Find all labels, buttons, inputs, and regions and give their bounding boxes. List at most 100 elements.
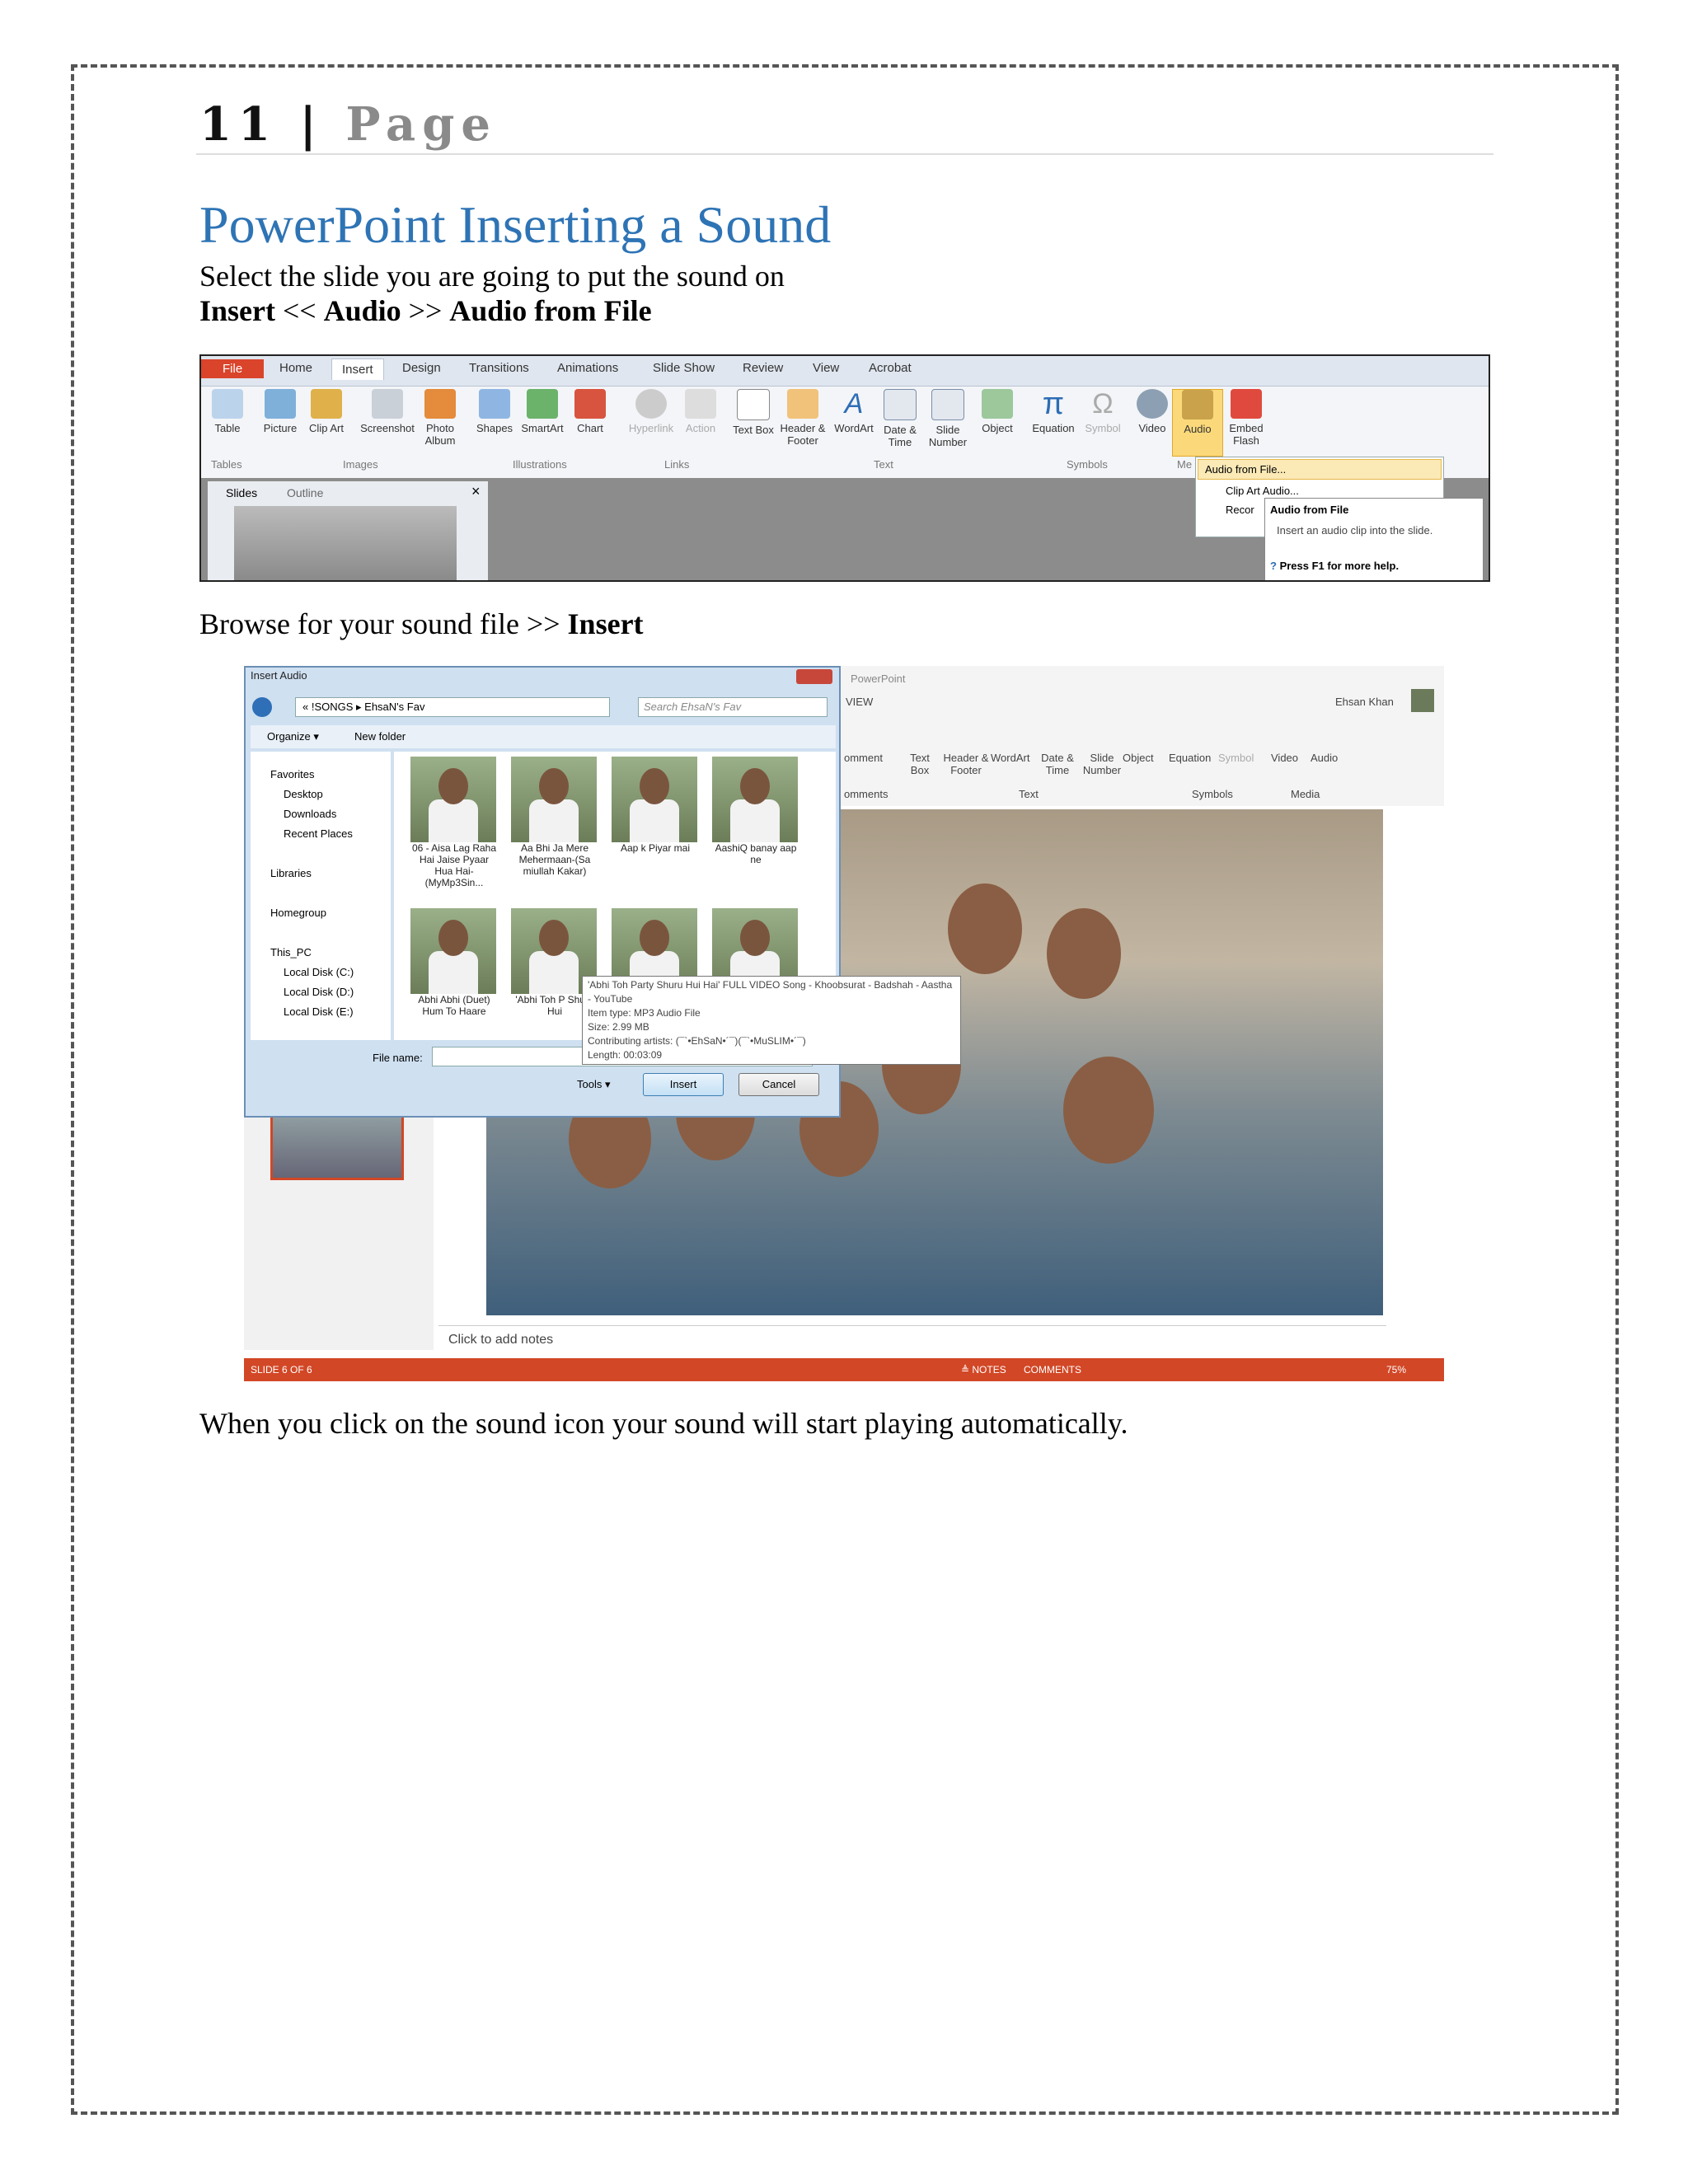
header-footer-button[interactable]: Header & Footer — [778, 389, 828, 447]
embed-flash-button[interactable]: Embed Flash — [1221, 389, 1271, 447]
picture-icon — [265, 389, 296, 419]
header-footer-icon — [787, 389, 818, 419]
nav-favorites[interactable]: Favorites — [270, 768, 314, 780]
tab-slide-show[interactable]: Slide Show — [653, 361, 715, 375]
insert-button[interactable]: Insert — [643, 1073, 724, 1096]
pp-text-box-button[interactable]: Text Box — [903, 752, 936, 776]
file-item[interactable]: AashiQ banay aap ne — [712, 757, 799, 865]
pp-wordart-button[interactable]: WordArt — [991, 752, 1029, 764]
tab-insert[interactable]: Insert — [331, 359, 384, 380]
page-number: 11 — [199, 97, 277, 152]
status-bar: SLIDE 6 OF 6 ≜ NOTES COMMENTS 75% — [244, 1358, 1444, 1381]
audio-from-file-word: Audio from File — [449, 294, 652, 327]
pp-header-footer-button[interactable]: Header & Footer — [941, 752, 991, 776]
chart-button[interactable]: Chart — [565, 389, 615, 434]
close-icon[interactable]: × — [471, 483, 481, 500]
clip-art-button[interactable]: Clip Art — [302, 389, 351, 434]
nav-local-disk-c[interactable]: Local Disk (C:) — [284, 966, 354, 978]
address-bar[interactable]: « !SONGS ▸ EhsaN's Fav — [295, 697, 610, 717]
user-name[interactable]: Ehsan Khan — [1335, 696, 1394, 708]
group-images: Images — [343, 458, 378, 471]
tab-home[interactable]: Home — [279, 361, 312, 375]
pp-video-button[interactable]: Video — [1271, 752, 1298, 764]
slide-number-button[interactable]: Slide Number — [923, 389, 973, 448]
person-face — [1063, 1057, 1154, 1164]
nav-recent-places[interactable]: Recent Places — [284, 827, 353, 840]
nav-desktop[interactable]: Desktop — [284, 788, 323, 800]
tab-acrobat[interactable]: Acrobat — [869, 361, 912, 375]
pp-object-button[interactable]: Object — [1123, 752, 1154, 764]
tab-slides[interactable]: Slides — [226, 486, 257, 499]
equation-button[interactable]: π Equation — [1029, 387, 1078, 434]
notes-placeholder: Click to add notes — [448, 1333, 554, 1347]
file-item[interactable]: Aa Bhi Ja Mere Mehermaan-(Sa miullah Kak… — [511, 757, 598, 877]
zoom-level[interactable]: 75% — [1386, 1364, 1406, 1376]
smartart-button[interactable]: SmartArt — [518, 389, 567, 434]
avatar[interactable] — [1411, 689, 1434, 712]
file-item[interactable]: 06 - Aisa Lag Raha Hai Jaise Pyaar Hua H… — [410, 757, 498, 888]
clip-art-icon — [311, 389, 342, 419]
file-item[interactable]: Aap k Piyar mai — [612, 757, 699, 854]
nav-downloads[interactable]: Downloads — [284, 808, 336, 820]
tab-outline[interactable]: Outline — [287, 486, 323, 499]
screenshot-button[interactable]: Screenshot — [354, 389, 420, 434]
nav-local-disk-d[interactable]: Local Disk (D:) — [284, 986, 354, 998]
file-item[interactable]: Abhi Abhi (Duet) Hum To Haare — [410, 908, 498, 1017]
video-button[interactable]: Video — [1128, 389, 1177, 434]
pi-icon: π — [1042, 387, 1065, 421]
header-separator: | — [299, 97, 323, 152]
new-folder-button[interactable]: New folder — [354, 730, 406, 743]
back-icon[interactable] — [252, 697, 272, 717]
slide-thumbnail[interactable] — [234, 506, 457, 580]
notes-toggle[interactable]: ≜ NOTES — [961, 1364, 1006, 1376]
pp-slide-number-button[interactable]: Slide Number — [1081, 752, 1123, 776]
text-box-icon — [737, 389, 770, 420]
ribbon-screenshot: File Home Insert Design Transitions Anim… — [199, 354, 1490, 582]
nav-this-pc[interactable]: This_PC — [270, 946, 312, 958]
organize-button[interactable]: Organize ▾ — [267, 730, 319, 743]
menu-item-audio-from-file[interactable]: Audio from File... — [1198, 459, 1442, 480]
screenshot-icon — [372, 389, 403, 419]
photo-album-button[interactable]: Photo Album — [415, 389, 465, 447]
group-media: Me — [1177, 458, 1193, 471]
audio-button[interactable]: Audio — [1172, 389, 1223, 457]
tab-view[interactable]: View — [813, 361, 839, 375]
tab-animations[interactable]: Animations — [557, 361, 618, 375]
notes-pane[interactable]: Click to add notes — [438, 1325, 1386, 1356]
pp-symbol-button[interactable]: Symbol — [1218, 752, 1254, 764]
hyperlink-button[interactable]: Hyperlink — [626, 389, 676, 434]
nav-local-disk-e[interactable]: Local Disk (E:) — [284, 1005, 354, 1018]
object-button[interactable]: Object — [973, 389, 1022, 434]
header-rule — [196, 153, 1493, 155]
cancel-button[interactable]: Cancel — [738, 1073, 819, 1096]
action-icon — [685, 389, 716, 419]
smartart-icon — [527, 389, 558, 419]
nav-homegroup[interactable]: Homegroup — [270, 907, 326, 919]
tab-transitions[interactable]: Transitions — [469, 361, 529, 375]
pp-audio-button[interactable]: Audio — [1311, 752, 1338, 764]
wordart-button[interactable]: A WordArt — [829, 389, 879, 434]
help-icon: ? — [1270, 560, 1277, 572]
comments-toggle[interactable]: COMMENTS — [1024, 1364, 1081, 1376]
symbol-button[interactable]: Ω Symbol — [1078, 389, 1128, 434]
tab-review[interactable]: Review — [743, 361, 783, 375]
search-input[interactable]: Search EhsaN's Fav — [638, 697, 828, 717]
tools-button[interactable]: Tools ▾ — [577, 1078, 611, 1091]
nav-libraries[interactable]: Libraries — [270, 867, 312, 879]
audio-tooltip: Audio from File Insert an audio clip int… — [1264, 498, 1484, 580]
text-box-button[interactable]: Text Box — [729, 389, 778, 436]
table-button[interactable]: Table — [203, 389, 252, 434]
arrow-left: << — [275, 294, 324, 327]
action-button[interactable]: Action — [676, 389, 725, 434]
pp-date-time-button[interactable]: Date & Time — [1037, 752, 1078, 776]
picture-button[interactable]: Picture — [256, 389, 305, 434]
slide-number-icon — [931, 389, 964, 420]
tab-file[interactable]: File — [201, 359, 265, 378]
shapes-button[interactable]: Shapes — [470, 389, 519, 434]
tab-design[interactable]: Design — [402, 361, 441, 375]
dialog-close-button[interactable] — [796, 669, 832, 684]
tab-view-pp[interactable]: VIEW — [846, 696, 873, 708]
date-time-button[interactable]: Date & Time — [875, 389, 925, 448]
pp-equation-button[interactable]: Equation — [1169, 752, 1211, 764]
comment-button[interactable]: omment — [844, 752, 883, 764]
